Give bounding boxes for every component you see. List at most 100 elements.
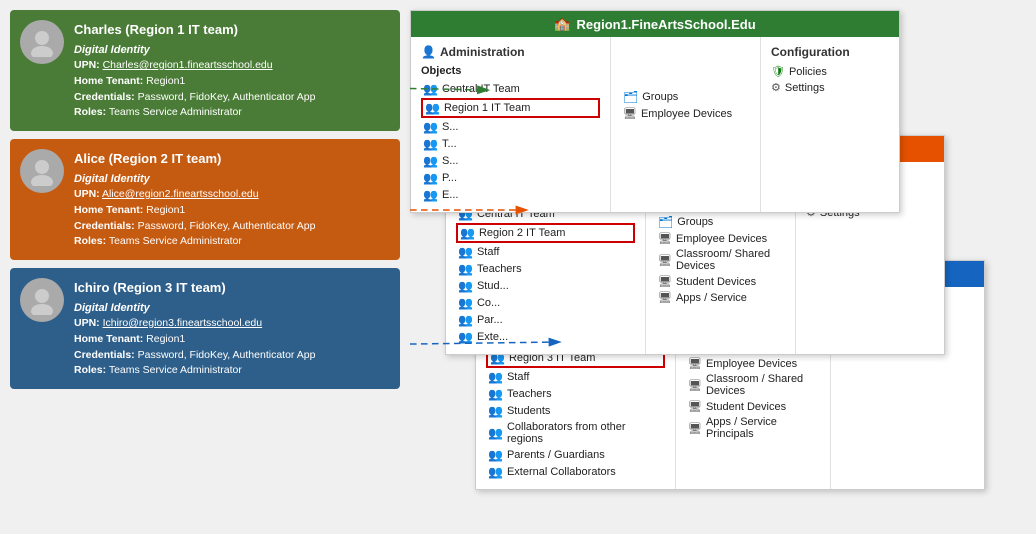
people-icon: 👥 [488, 404, 503, 418]
device-icon: 🖥 [658, 291, 672, 304]
people-icon: 👥 [488, 426, 503, 440]
people-icon: 👥 [488, 370, 503, 384]
group-groups-region2: 🗂 Groups [656, 214, 785, 230]
person-upn-charles: UPN: Charles@region1.fineartsschool.edu [74, 58, 390, 74]
object-collaborators-region3: 👥 Collaborators from other regions [486, 420, 665, 446]
people-icon: 👥 [423, 188, 438, 202]
object-e-region1: 👥 E... [421, 187, 600, 203]
object-parents-region3: 👥 Parents / Guardians [486, 447, 665, 463]
objects-section-region1: 👤 Administration Objects 👥 Central IT Te… [411, 37, 611, 212]
group-apps-region3: 🖥 Apps / Service Principals [686, 415, 820, 441]
object-staff-region3: 👥 Staff [486, 369, 665, 385]
group-employee-devices-region3: 🖥 Employee Devices [686, 356, 820, 371]
object-teachers-region3: 👥 Teachers [486, 386, 665, 402]
people-icon: 👥 [488, 465, 503, 479]
people-icon: 👥 [423, 154, 438, 168]
tenant-panel-region1: 🏫 Region1.FineArtsSchool.Edu 👤 Administr… [410, 10, 900, 213]
avatar-alice [20, 149, 64, 193]
object-students-region3: 👥 Students [486, 403, 665, 419]
tenant-icon-region1: 🏫 [554, 16, 570, 32]
config-settings-region1: ⚙ Settings [771, 81, 889, 94]
device-icon: 🖥 [658, 232, 672, 245]
main-container: Charles (Region 1 IT team) Digital Ident… [0, 0, 1036, 534]
group-apps-region2: 🖥 Apps / Service [656, 290, 785, 305]
group-student-devices-region3: 🖥 Student Devices [686, 399, 820, 414]
people-icon: 👥 [488, 387, 503, 401]
left-panels: Charles (Region 1 IT team) Digital Ident… [10, 10, 400, 524]
person-creds-alice: Credentials: Password, FidoKey, Authenti… [74, 219, 390, 235]
tenant-header-region1: 🏫 Region1.FineArtsSchool.Edu [411, 11, 899, 37]
people-icon: 👥 [460, 226, 475, 240]
object-central-it-region1: 👥 Central IT Team [421, 81, 600, 97]
avatar-ichiro [20, 278, 64, 322]
people-icon: 👥 [458, 279, 473, 293]
object-region2-it-team: 👥 Region 2 IT Team [456, 223, 635, 243]
device-icon: 🖥 [658, 254, 672, 267]
object-collaborators-region2: 👥 Co... [456, 295, 635, 311]
object-external-region2: 👥 Exte... [456, 329, 635, 345]
settings-icon: ⚙ [771, 81, 781, 94]
person-home-charles: Home Tenant: Region1 [74, 74, 390, 90]
group-employee-devices-region1: 🖥 Employee Devices [621, 106, 750, 121]
groups-section-region1: 🗂 Groups 🖥 Employee Devices [611, 37, 761, 212]
person-roles-alice: Roles: Teams Service Administrator [74, 234, 390, 250]
avatar-charles [20, 20, 64, 64]
object-teachers-region2: 👥 Teachers [456, 261, 635, 277]
person-name-ichiro: Ichiro (Region 3 IT team) [74, 278, 390, 298]
people-icon: 👥 [458, 330, 473, 344]
device-icon: 🖥 [688, 422, 702, 435]
people-icon: 👥 [423, 120, 438, 134]
person-roles-ichiro: Roles: Teams Service Administrator [74, 363, 390, 379]
objects-label-region1: Objects [421, 65, 600, 77]
config-header-region1: Configuration [771, 45, 889, 59]
person-card-alice: Alice (Region 2 IT team) Digital Identit… [10, 139, 400, 260]
person-info-ichiro: Ichiro (Region 3 IT team) Digital Identi… [74, 278, 390, 379]
person-upn-alice: UPN: Alice@region2.fineartsschool.edu [74, 187, 390, 203]
admin-icon-region1: 👤 [421, 45, 436, 59]
people-icon: 👥 [488, 448, 503, 462]
person-home-alice: Home Tenant: Region1 [74, 203, 390, 219]
person-label-ichiro: Digital Identity [74, 300, 390, 317]
device-icon: 🖥 [623, 107, 637, 120]
object-students-region2: 👥 Stud... [456, 278, 635, 294]
device-icon: 🖥 [688, 400, 702, 413]
person-info-charles: Charles (Region 1 IT team) Digital Ident… [74, 20, 390, 121]
person-name-charles: Charles (Region 1 IT team) [74, 20, 390, 40]
object-s2-region1: 👥 S... [421, 153, 600, 169]
object-t1-region1: 👥 T... [421, 136, 600, 152]
people-icon: 👥 [458, 296, 473, 310]
tenant-body-region1: 👤 Administration Objects 👥 Central IT Te… [411, 37, 899, 212]
person-upn-ichiro: UPN: Ichiro@region3.fineartsschool.edu [74, 316, 390, 332]
object-external-region3: 👥 External Collaborators [486, 464, 665, 480]
object-region1-it-team: 👥 Region 1 IT Team [421, 98, 600, 118]
group-icon: 🗂 [658, 215, 673, 229]
object-p-region1: 👥 P... [421, 170, 600, 186]
person-creds-charles: Credentials: Password, FidoKey, Authenti… [74, 90, 390, 106]
people-icon: 👥 [458, 313, 473, 327]
people-icon: 👥 [423, 82, 438, 96]
right-panels: 🏫 Region1.FineArtsSchool.Edu 👤 Administr… [410, 10, 1026, 524]
people-icon: 👥 [458, 262, 473, 276]
person-label-charles: Digital Identity [74, 42, 390, 59]
person-card-ichiro: Ichiro (Region 3 IT team) Digital Identi… [10, 268, 400, 389]
person-card-charles: Charles (Region 1 IT team) Digital Ident… [10, 10, 400, 131]
device-icon: 🖥 [658, 275, 672, 288]
config-section-region1: Configuration 🛡 Policies ⚙ Settings [761, 37, 899, 212]
people-icon: 👥 [458, 245, 473, 259]
group-employee-devices-region2: 🖥 Employee Devices [656, 231, 785, 246]
device-icon: 🖥 [688, 357, 702, 370]
person-name-alice: Alice (Region 2 IT team) [74, 149, 390, 169]
object-parents-region2: 👥 Par... [456, 312, 635, 328]
object-staff-region2: 👥 Staff [456, 244, 635, 260]
group-classroom-devices-region3: 🖥 Classroom / Shared Devices [686, 372, 820, 398]
device-icon: 🖥 [688, 379, 702, 392]
object-s1-region1: 👥 S... [421, 119, 600, 135]
person-home-ichiro: Home Tenant: Region1 [74, 332, 390, 348]
group-groups-region1: 🗂 Groups [621, 89, 750, 105]
person-roles-charles: Roles: Teams Service Administrator [74, 105, 390, 121]
admin-header-region1: 👤 Administration [421, 45, 600, 59]
config-policies-region1: 🛡 Policies [771, 65, 889, 78]
people-icon: 👥 [425, 101, 440, 115]
group-classroom-devices-region2: 🖥 Classroom/ Shared Devices [656, 247, 785, 273]
group-student-devices-region2: 🖥 Student Devices [656, 274, 785, 289]
